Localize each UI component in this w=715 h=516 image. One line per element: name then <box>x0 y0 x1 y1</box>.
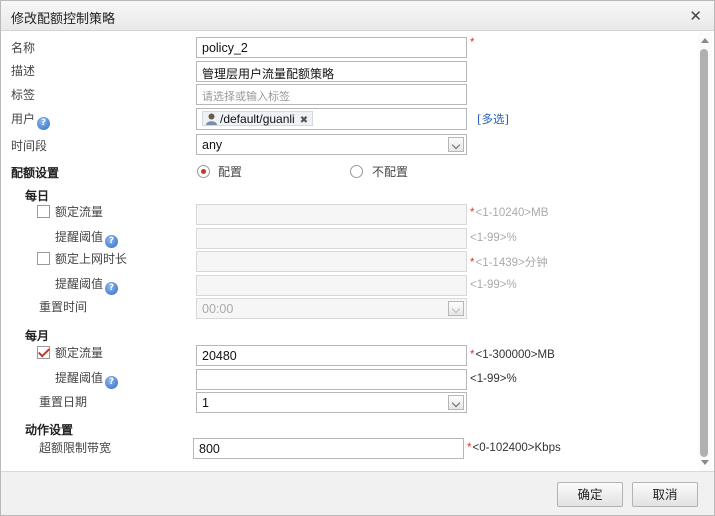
daily-label: 每日 <box>25 189 50 203</box>
daily-traffic-label: 额定流量 <box>55 205 104 219</box>
chevron-down-icon[interactable] <box>448 395 464 410</box>
monthly-threshold-label: 提醒阈值? <box>55 369 119 389</box>
dialog-title: 修改配额控制策略 <box>11 12 116 27</box>
time-period-select[interactable]: any <box>196 134 467 155</box>
scroll-down-icon[interactable] <box>701 460 709 465</box>
ok-button[interactable]: 确定 <box>557 482 623 507</box>
monthly-label: 每月 <box>25 329 50 343</box>
close-icon[interactable]: ✕ <box>689 7 702 25</box>
daily-traffic-threshold-label: 提醒阈值? <box>55 228 119 248</box>
vertical-scrollbar[interactable] <box>698 32 712 471</box>
daily-reset-time-select[interactable]: 00:00 <box>196 298 467 319</box>
help-icon[interactable]: ? <box>105 282 119 295</box>
cancel-button[interactable]: 取消 <box>632 482 698 507</box>
name-label: 名称 <box>11 41 36 55</box>
tags-label: 标签 <box>11 88 36 102</box>
monthly-threshold-hint: <1-99>% <box>470 373 517 385</box>
bandwidth-limit-input[interactable]: 800 <box>193 438 464 459</box>
monthly-traffic-input[interactable]: 20480 <box>196 345 467 366</box>
quota-noconfig-radio[interactable] <box>350 165 363 178</box>
chevron-down-icon[interactable] <box>448 301 464 316</box>
time-period-label: 时间段 <box>11 139 48 153</box>
daily-online-time-input[interactable] <box>196 251 467 272</box>
monthly-threshold-input[interactable] <box>196 369 467 390</box>
help-icon[interactable]: ? <box>105 376 119 389</box>
monthly-traffic-hint: *<1-300000>MB <box>470 349 555 361</box>
daily-time-threshold-hint: <1-99>% <box>470 279 517 291</box>
remove-tag-icon[interactable]: ✖ <box>300 115 308 126</box>
daily-online-time-hint: *<1-1439>分钟 <box>470 257 548 269</box>
daily-reset-time-value: 00:00 <box>202 302 234 316</box>
daily-reset-time-label: 重置时间 <box>39 300 88 314</box>
user-label-text: 用户 <box>11 112 36 126</box>
scrollbar-thumb[interactable] <box>700 49 708 457</box>
bandwidth-limit-label: 超额限制带宽 <box>39 441 112 455</box>
daily-traffic-threshold-hint: <1-99>% <box>470 232 517 244</box>
monthly-traffic-checkbox[interactable] <box>37 346 50 359</box>
quota-noconfig-label: 不配置 <box>372 165 409 179</box>
description-label: 描述 <box>11 64 36 78</box>
user-tag: /default/guanli ✖ <box>202 111 314 126</box>
dialog-footer: 确定 取消 <box>1 471 714 515</box>
daily-traffic-threshold-input[interactable] <box>196 228 467 249</box>
name-input[interactable]: policy_2 <box>196 37 467 58</box>
quota-config-radio[interactable] <box>197 165 210 178</box>
daily-time-threshold-input[interactable] <box>196 275 467 296</box>
chevron-down-icon[interactable] <box>448 137 464 152</box>
monthly-traffic-label: 额定流量 <box>55 346 104 360</box>
help-icon[interactable]: ? <box>37 117 51 130</box>
tags-input[interactable]: 请选择或输入标签 <box>196 84 467 105</box>
user-label: 用户? <box>11 110 51 130</box>
help-icon[interactable]: ? <box>105 235 119 248</box>
bandwidth-limit-hint: *<0-102400>Kbps <box>467 442 561 454</box>
time-period-value: any <box>202 138 223 152</box>
name-required-mark: * <box>470 37 475 49</box>
monthly-reset-date-label: 重置日期 <box>39 395 88 409</box>
daily-traffic-input[interactable] <box>196 204 467 225</box>
daily-time-threshold-label: 提醒阈值? <box>55 275 119 295</box>
monthly-reset-date-select[interactable]: 1 <box>196 392 467 413</box>
quota-config-label: 配置 <box>218 165 243 179</box>
description-input[interactable]: 管理层用户流量配额策略 <box>196 61 467 82</box>
multi-select-link[interactable]: [多选] <box>477 111 509 127</box>
daily-online-time-label: 额定上网时长 <box>55 252 128 266</box>
daily-traffic-hint: *<1-10240>MB <box>470 207 549 219</box>
scroll-up-icon[interactable] <box>701 38 709 43</box>
user-tag-label: /default/guanli <box>220 112 295 126</box>
monthly-reset-date-value: 1 <box>202 396 209 410</box>
form-area: 名称 policy_2 * 描述 管理层用户流量配额策略 标签 请选择或输入标签… <box>1 32 697 471</box>
daily-traffic-checkbox[interactable] <box>37 205 50 218</box>
user-icon <box>206 113 217 125</box>
dialog-titlebar: 修改配额控制策略 ✕ <box>1 1 714 31</box>
edit-quota-policy-dialog: 修改配额控制策略 ✕ 名称 policy_2 * 描述 管理层用户流量配额策略 … <box>0 0 715 516</box>
quota-settings-label: 配额设置 <box>11 166 60 180</box>
user-select[interactable]: /default/guanli ✖ <box>196 108 467 130</box>
action-settings-label: 动作设置 <box>25 423 74 437</box>
daily-online-time-checkbox[interactable] <box>37 252 50 265</box>
